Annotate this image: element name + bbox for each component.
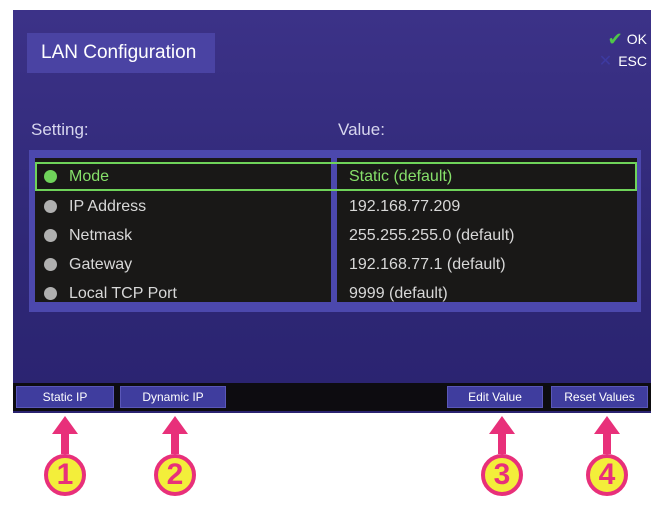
- table-row-mode[interactable]: Mode Static (default): [35, 162, 637, 191]
- setting-name: Mode: [69, 167, 110, 185]
- ok-label: OK: [626, 31, 647, 47]
- esc-label: ESC: [618, 53, 647, 69]
- dot-icon: [44, 200, 57, 213]
- callout-number: 1: [44, 454, 86, 496]
- check-icon: ✔: [607, 28, 623, 49]
- table-row-gateway[interactable]: Gateway 192.168.77.1 (default): [35, 250, 637, 279]
- reset-values-button[interactable]: Reset Values: [551, 386, 648, 408]
- callout-3: 3: [472, 416, 532, 496]
- softkey-bar: Static IP Dynamic IP Edit Value Reset Va…: [13, 383, 651, 411]
- setting-name: Netmask: [69, 226, 133, 244]
- ok-esc-legend: ✔ OK ✕ ESC: [599, 28, 647, 72]
- esc-hint[interactable]: ✕ ESC: [599, 50, 647, 72]
- arrow-up-icon: [52, 416, 78, 434]
- page-title: LAN Configuration: [27, 33, 215, 73]
- dot-icon: [44, 229, 57, 242]
- callout-2: 2: [145, 416, 205, 496]
- dot-icon: [44, 258, 57, 271]
- dot-icon: [44, 287, 57, 300]
- callout-number: 3: [481, 454, 523, 496]
- setting-value: 9999 (default): [349, 284, 448, 302]
- callout-number: 2: [154, 454, 196, 496]
- setting-value: 192.168.77.209: [349, 197, 461, 215]
- arrow-up-icon: [162, 416, 188, 434]
- callout-number: 4: [586, 454, 628, 496]
- setting-value: 192.168.77.1 (default): [349, 255, 506, 273]
- table-row-ip-address[interactable]: IP Address 192.168.77.209: [35, 192, 637, 221]
- static-ip-button[interactable]: Static IP: [16, 386, 114, 408]
- edit-value-button[interactable]: Edit Value: [447, 386, 543, 408]
- setting-value: 255.255.255.0 (default): [349, 226, 515, 244]
- callout-4: 4: [577, 416, 637, 496]
- setting-name: Local TCP Port: [69, 284, 177, 302]
- arrow-up-icon: [594, 416, 620, 434]
- x-icon: ✕: [598, 53, 613, 70]
- setting-name: IP Address: [69, 197, 147, 215]
- dynamic-ip-button[interactable]: Dynamic IP: [120, 386, 226, 408]
- setting-value: Static (default): [349, 167, 453, 185]
- setting-column-header: Setting:: [31, 120, 89, 139]
- setting-name: Gateway: [69, 255, 133, 273]
- value-column-header: Value:: [338, 120, 385, 139]
- callout-1: 1: [35, 416, 95, 496]
- table-row-local-tcp-port[interactable]: Local TCP Port 9999 (default): [35, 279, 637, 308]
- settings-table: Mode Static (default) IP Address 192.168…: [29, 150, 641, 312]
- device-screen: LAN Configuration ✔ OK ✕ ESC Setting: Va…: [13, 10, 651, 413]
- arrow-up-icon: [489, 416, 515, 434]
- table-row-netmask[interactable]: Netmask 255.255.255.0 (default): [35, 221, 637, 250]
- dot-icon: [44, 170, 57, 183]
- ok-hint[interactable]: ✔ OK: [599, 28, 647, 50]
